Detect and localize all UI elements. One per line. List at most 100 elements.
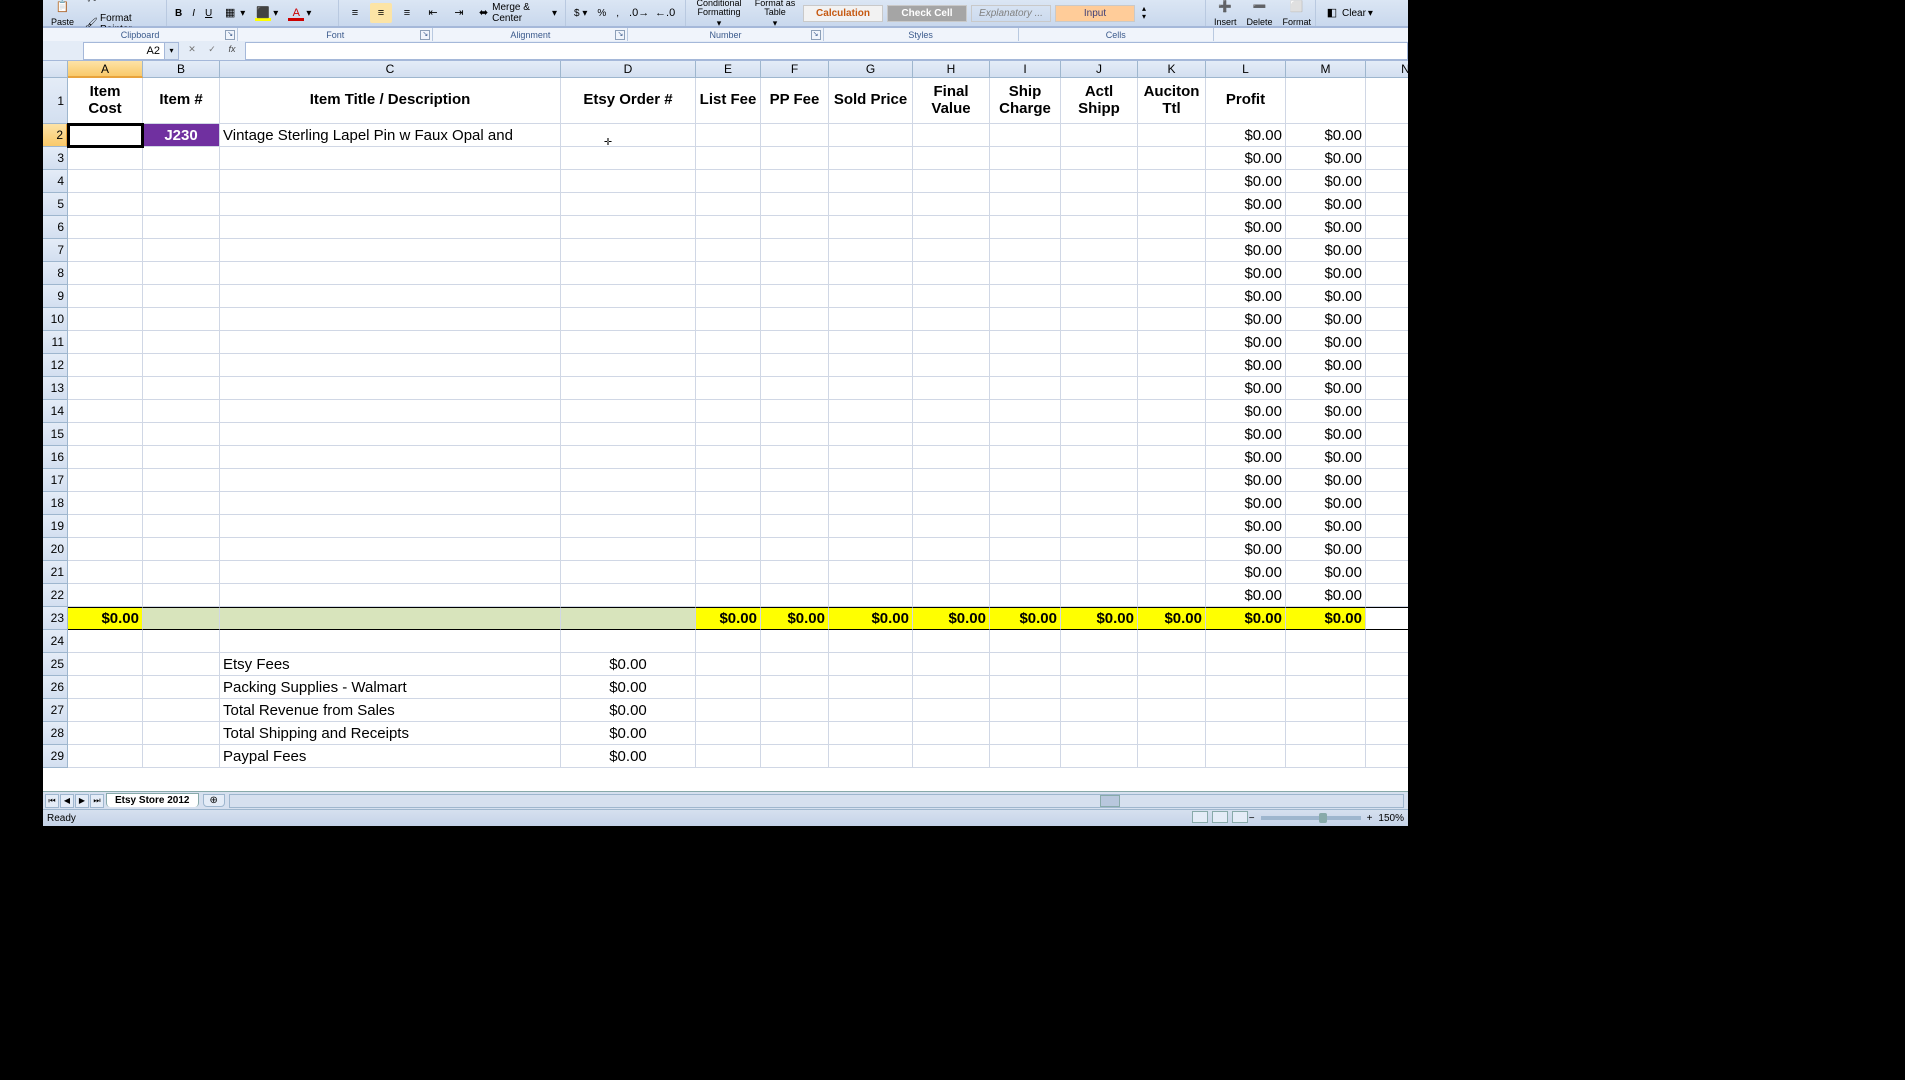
fill-color-button[interactable]: ⬛▾ (252, 3, 281, 23)
row-header-4[interactable]: 4 (43, 170, 68, 193)
cell[interactable] (1138, 745, 1206, 768)
zoom-level[interactable]: 150% (1378, 813, 1404, 824)
cell[interactable] (913, 170, 990, 193)
cell[interactable] (1366, 170, 1408, 193)
increase-indent-button[interactable]: ⇥ (448, 3, 470, 23)
cell[interactable]: Packing Supplies - Walmart (220, 676, 561, 699)
cell[interactable] (829, 170, 913, 193)
row-header-28[interactable]: 28 (43, 722, 68, 745)
cell[interactable] (990, 285, 1061, 308)
column-header-L[interactable]: L (1206, 61, 1286, 78)
column-header-N[interactable]: N (1366, 61, 1408, 78)
cell[interactable] (1366, 653, 1408, 676)
cell[interactable] (220, 607, 561, 630)
cell[interactable] (1138, 515, 1206, 538)
cell[interactable] (1286, 78, 1366, 124)
cell[interactable] (68, 446, 143, 469)
cell[interactable] (1366, 722, 1408, 745)
cell[interactable] (696, 469, 761, 492)
cell[interactable] (1061, 124, 1138, 147)
cell[interactable] (561, 561, 696, 584)
cell[interactable] (68, 354, 143, 377)
cell[interactable] (1061, 262, 1138, 285)
cell[interactable] (68, 653, 143, 676)
cell[interactable] (913, 584, 990, 607)
cell[interactable] (220, 170, 561, 193)
cell[interactable] (990, 745, 1061, 768)
cell[interactable]: $0.00 (1286, 262, 1366, 285)
cell[interactable] (143, 170, 220, 193)
cell[interactable] (913, 561, 990, 584)
cell[interactable] (829, 331, 913, 354)
row-header-2[interactable]: 2 (43, 124, 68, 147)
cell[interactable] (696, 354, 761, 377)
header-final-value[interactable]: Final Value (913, 78, 990, 124)
cell[interactable] (761, 653, 829, 676)
cell[interactable] (761, 630, 829, 653)
total-sold-price[interactable]: $0.00 (829, 607, 913, 630)
conditional-formatting-button[interactable]: Conditional Formatting▾ (691, 0, 747, 30)
cell[interactable] (1061, 400, 1138, 423)
cell[interactable] (913, 262, 990, 285)
cell[interactable]: $0.00 (1206, 239, 1286, 262)
cell[interactable]: $0.00 (1286, 400, 1366, 423)
cell[interactable] (696, 515, 761, 538)
row-header-15[interactable]: 15 (43, 423, 68, 446)
cell[interactable] (1206, 699, 1286, 722)
zoom-in-button[interactable]: + (1367, 813, 1373, 824)
cell[interactable]: $0.00 (1206, 515, 1286, 538)
cell[interactable] (1138, 262, 1206, 285)
cell[interactable] (990, 400, 1061, 423)
cell[interactable] (1138, 285, 1206, 308)
cell[interactable] (68, 630, 143, 653)
cell[interactable] (143, 354, 220, 377)
cell[interactable] (829, 147, 913, 170)
cell[interactable] (561, 331, 696, 354)
underline-button[interactable]: U (202, 6, 215, 21)
cell[interactable] (1061, 469, 1138, 492)
cell[interactable] (761, 400, 829, 423)
cell[interactable] (143, 239, 220, 262)
column-header-C[interactable]: C (220, 61, 561, 78)
cell[interactable] (1138, 492, 1206, 515)
header-auction-ttl[interactable]: Auciton Ttl (1138, 78, 1206, 124)
cell[interactable] (761, 699, 829, 722)
cell[interactable] (696, 423, 761, 446)
cell[interactable] (696, 377, 761, 400)
new-sheet-button[interactable]: ⊕ (203, 794, 225, 807)
merge-center-button[interactable]: ⬌Merge & Center ▾ (474, 0, 560, 26)
column-header-D[interactable]: D (561, 61, 696, 78)
cell[interactable] (1366, 239, 1408, 262)
cell[interactable]: $0.00 (1286, 354, 1366, 377)
cell[interactable] (143, 538, 220, 561)
cell[interactable] (1366, 515, 1408, 538)
total-auction-ttl[interactable]: $0.00 (1138, 607, 1206, 630)
cell[interactable] (1138, 377, 1206, 400)
cell[interactable] (1206, 653, 1286, 676)
cell[interactable] (1061, 699, 1138, 722)
cell[interactable] (561, 354, 696, 377)
decrease-decimal-button[interactable]: ←.0 (652, 3, 674, 23)
cell[interactable] (143, 262, 220, 285)
cell[interactable] (829, 308, 913, 331)
cell[interactable] (68, 193, 143, 216)
number-dialog-launcher[interactable]: ↘ (811, 30, 821, 40)
cell[interactable]: $0.00 (1286, 423, 1366, 446)
cell-D2[interactable] (561, 124, 696, 147)
cell[interactable] (220, 331, 561, 354)
row-header-25[interactable]: 25 (43, 653, 68, 676)
cell[interactable] (1061, 515, 1138, 538)
cell[interactable] (1206, 722, 1286, 745)
decrease-indent-button[interactable]: ⇤ (422, 3, 444, 23)
cell[interactable] (696, 492, 761, 515)
cell[interactable] (696, 561, 761, 584)
cell[interactable] (829, 584, 913, 607)
cell[interactable] (1286, 653, 1366, 676)
cell[interactable] (913, 124, 990, 147)
select-all-button[interactable] (43, 61, 68, 78)
cell[interactable] (696, 285, 761, 308)
cell[interactable] (990, 469, 1061, 492)
cell[interactable] (1138, 354, 1206, 377)
increase-decimal-button[interactable]: .0→ (626, 3, 648, 23)
cell[interactable] (990, 653, 1061, 676)
